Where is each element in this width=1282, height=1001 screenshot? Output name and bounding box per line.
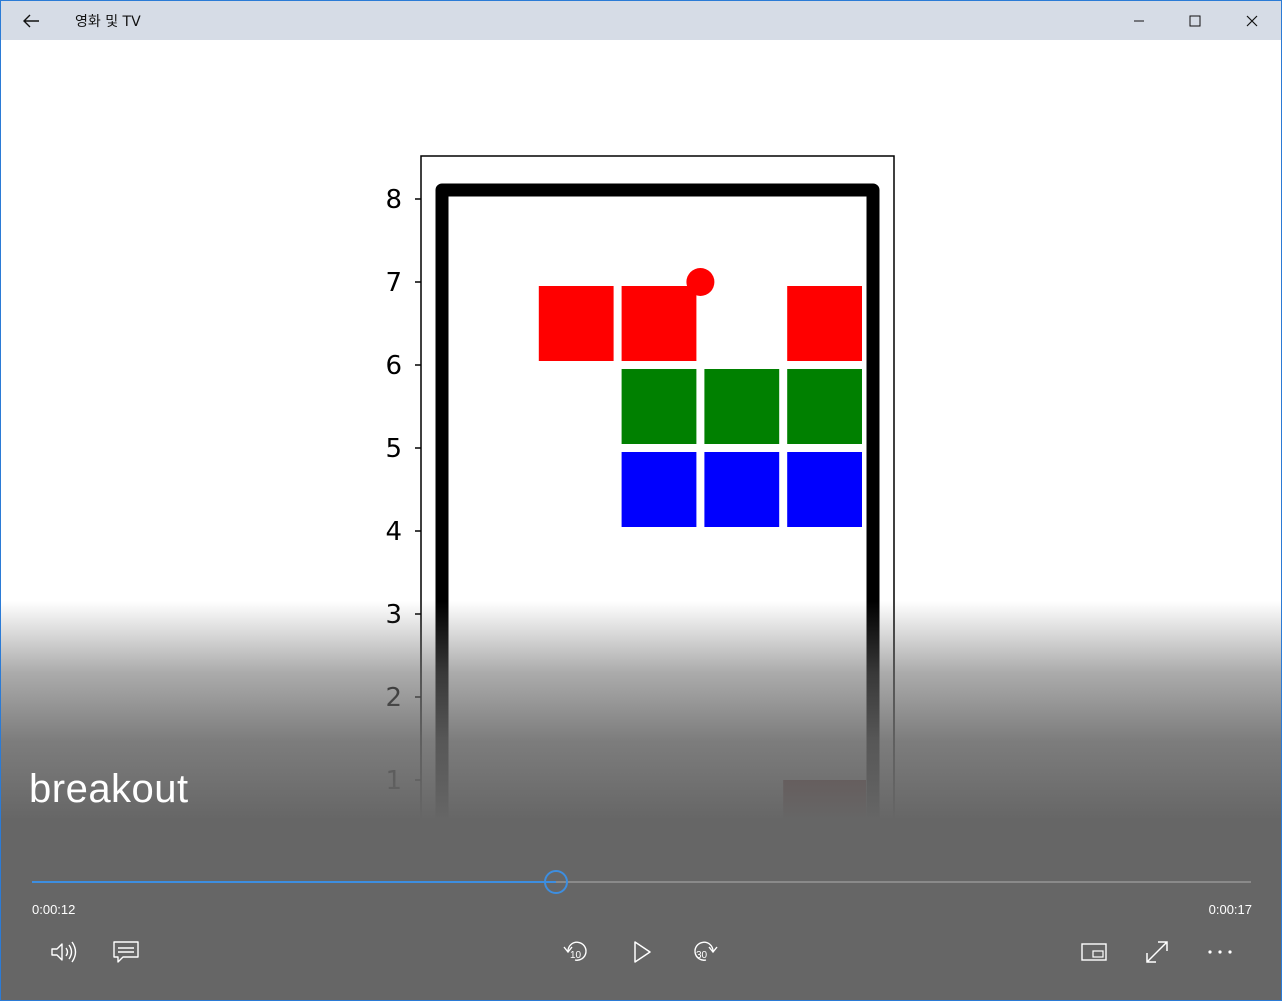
game-frame: 0 1 2 3 4 5 6 7 8 024 Score: 6: [385, 155, 895, 943]
x-tick-label: 4: [775, 913, 792, 943]
brick-red: [538, 286, 614, 361]
skip-forward-label: 30: [696, 950, 708, 961]
mini-view-icon[interactable]: [1072, 931, 1116, 973]
y-tick-label: 7: [385, 268, 402, 298]
bricks-layer: [538, 286, 862, 527]
skip-forward-icon[interactable]: 30: [682, 931, 726, 973]
brick-green: [621, 369, 697, 444]
brick-blue: [787, 452, 862, 527]
captions-icon[interactable]: [104, 931, 148, 973]
score-text: Score: 6: [604, 837, 710, 867]
y-tick-label: 5: [385, 434, 402, 464]
total-time: 0:00:17: [1208, 902, 1252, 917]
x-tick-label: 0: [444, 913, 461, 943]
volume-icon[interactable]: [41, 931, 85, 973]
seek-thumb[interactable]: [544, 870, 569, 894]
y-axis: 0 1 2 3 4 5 6 7 8: [385, 185, 421, 879]
x-axis: 024: [444, 894, 792, 943]
video-title: breakout: [29, 767, 189, 811]
y-tick-label: 6: [385, 351, 402, 381]
fullscreen-icon[interactable]: [1135, 931, 1179, 973]
brick-green: [787, 369, 862, 444]
current-time: 0:00:12: [32, 902, 76, 917]
y-tick-label: 0: [385, 849, 402, 879]
ball: [686, 268, 715, 296]
brick-red: [787, 286, 862, 361]
skip-back-label: 10: [570, 950, 582, 961]
y-tick-label: 3: [385, 600, 402, 630]
app-window: 영화 및 TV 012345678 024 Score: 6 breakout …: [0, 0, 1282, 1001]
brick-blue: [704, 452, 780, 527]
seek-progress: [32, 881, 557, 883]
y-tick-label: 2: [385, 683, 402, 713]
y-tick-label: 8: [385, 185, 402, 215]
y-tick-label: 4: [385, 517, 402, 547]
more-icon[interactable]: [1198, 931, 1242, 973]
paddle: [783, 780, 866, 822]
brick-green: [704, 369, 780, 444]
play-icon[interactable]: [620, 931, 664, 973]
y-tick-label: 1: [385, 766, 402, 796]
skip-back-icon[interactable]: 10: [555, 931, 599, 973]
brick-red: [621, 286, 697, 361]
brick-blue: [621, 452, 697, 527]
seek-bar[interactable]: [32, 870, 1251, 894]
